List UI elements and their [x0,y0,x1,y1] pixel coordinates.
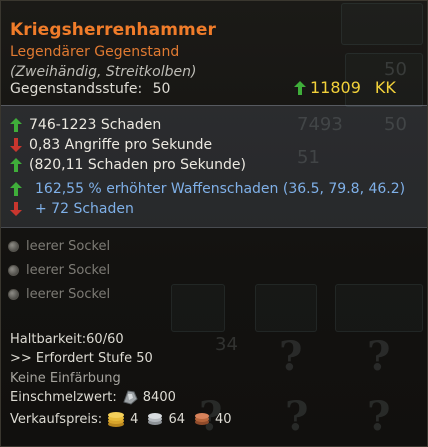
item-score-value: 11809 [310,78,361,97]
smelt-value-row: Einschmelzwert: 8400 [10,388,176,406]
sell-gold-value: 4 [130,411,139,427]
socket-slot: leerer Sockel [8,287,110,302]
item-level-value: 50 [152,81,171,97]
sell-price-row: Verkaufspreis: 4 64 40 [10,410,232,428]
background-question-icon: ? [367,393,391,440]
green-up-arrow-icon [10,158,22,172]
copper-coin-icon [194,413,209,425]
socket-slot: leerer Sockel [8,263,110,278]
socket-label: leerer Sockel [26,263,111,278]
background-slot [171,284,225,332]
stat-text: + 72 Schaden [35,201,134,217]
stat-line: (820,11 Schaden pro Sekunde) [10,157,246,173]
item-score-unit: KK [374,78,396,97]
silver-coin-icon [148,413,163,425]
green-up-arrow-icon [10,182,22,196]
empty-socket-icon [8,241,19,252]
silver-ore-icon [123,390,138,405]
item-level: Gegenstandsstufe: 50 [10,81,170,97]
background-number: 34 [215,334,238,355]
background-slot [255,284,317,332]
stat-line: 746-1223 Schaden [10,117,161,133]
level-requirement: >> Erfordert Stufe 50 [10,351,153,366]
item-rarity: Legendärer Gegenstand [10,44,180,60]
item-header: Kriegsherrenhammer Legendärer Gegenstand… [1,1,427,103]
sell-label: Verkaufspreis: [10,411,103,427]
smelt-label: Einschmelzwert: [10,389,117,405]
green-up-arrow-icon [10,118,22,132]
item-subtype: (Zweihändig, Streitkolben) [10,64,197,80]
red-down-arrow-icon [10,202,22,216]
stat-text: 162,55 % erhöhter Waffenschaden (36.5, 7… [35,181,406,197]
stat-line: 0,83 Angriffe pro Sekunde [10,137,212,153]
stat-line: 162,55 % erhöhter Waffenschaden (36.5, 7… [10,181,405,197]
dye-status: Keine Einfärbung [10,371,121,386]
background-slot [335,284,423,332]
item-name: Kriegsherrenhammer [10,20,216,40]
background-question-icon: ? [279,333,303,380]
empty-socket-icon [8,265,19,276]
background-question-icon: ? [367,333,391,380]
sell-silver-value: 64 [168,411,185,427]
durability: Haltbarkeit:60/60 [10,332,124,347]
stat-text: 0,83 Angriffe pro Sekunde [29,137,213,153]
gold-coin-icon [108,412,125,427]
smelt-value: 8400 [142,389,176,405]
red-down-arrow-icon [10,138,22,152]
stats-panel: 746-1223 Schaden 0,83 Angriffe pro Sekun… [1,105,427,228]
stat-line: + 72 Schaden [10,201,134,217]
item-level-label: Gegenstandsstufe: [10,81,143,97]
stat-text: 746-1223 Schaden [29,117,162,133]
item-score: 11809 KK [294,78,396,97]
socket-label: leerer Sockel [26,239,111,254]
green-up-arrow-icon [294,80,306,95]
sell-copper-value: 40 [214,411,232,427]
background-question-icon: ? [285,393,309,440]
empty-socket-icon [8,289,19,300]
stat-text: (820,11 Schaden pro Sekunde) [29,157,246,173]
socket-label: leerer Sockel [26,287,111,302]
item-tooltip: 50 7493 50 51 34 ? ? ? ? ? Kriegsherrenh… [0,0,428,447]
socket-slot: leerer Sockel [8,239,110,254]
